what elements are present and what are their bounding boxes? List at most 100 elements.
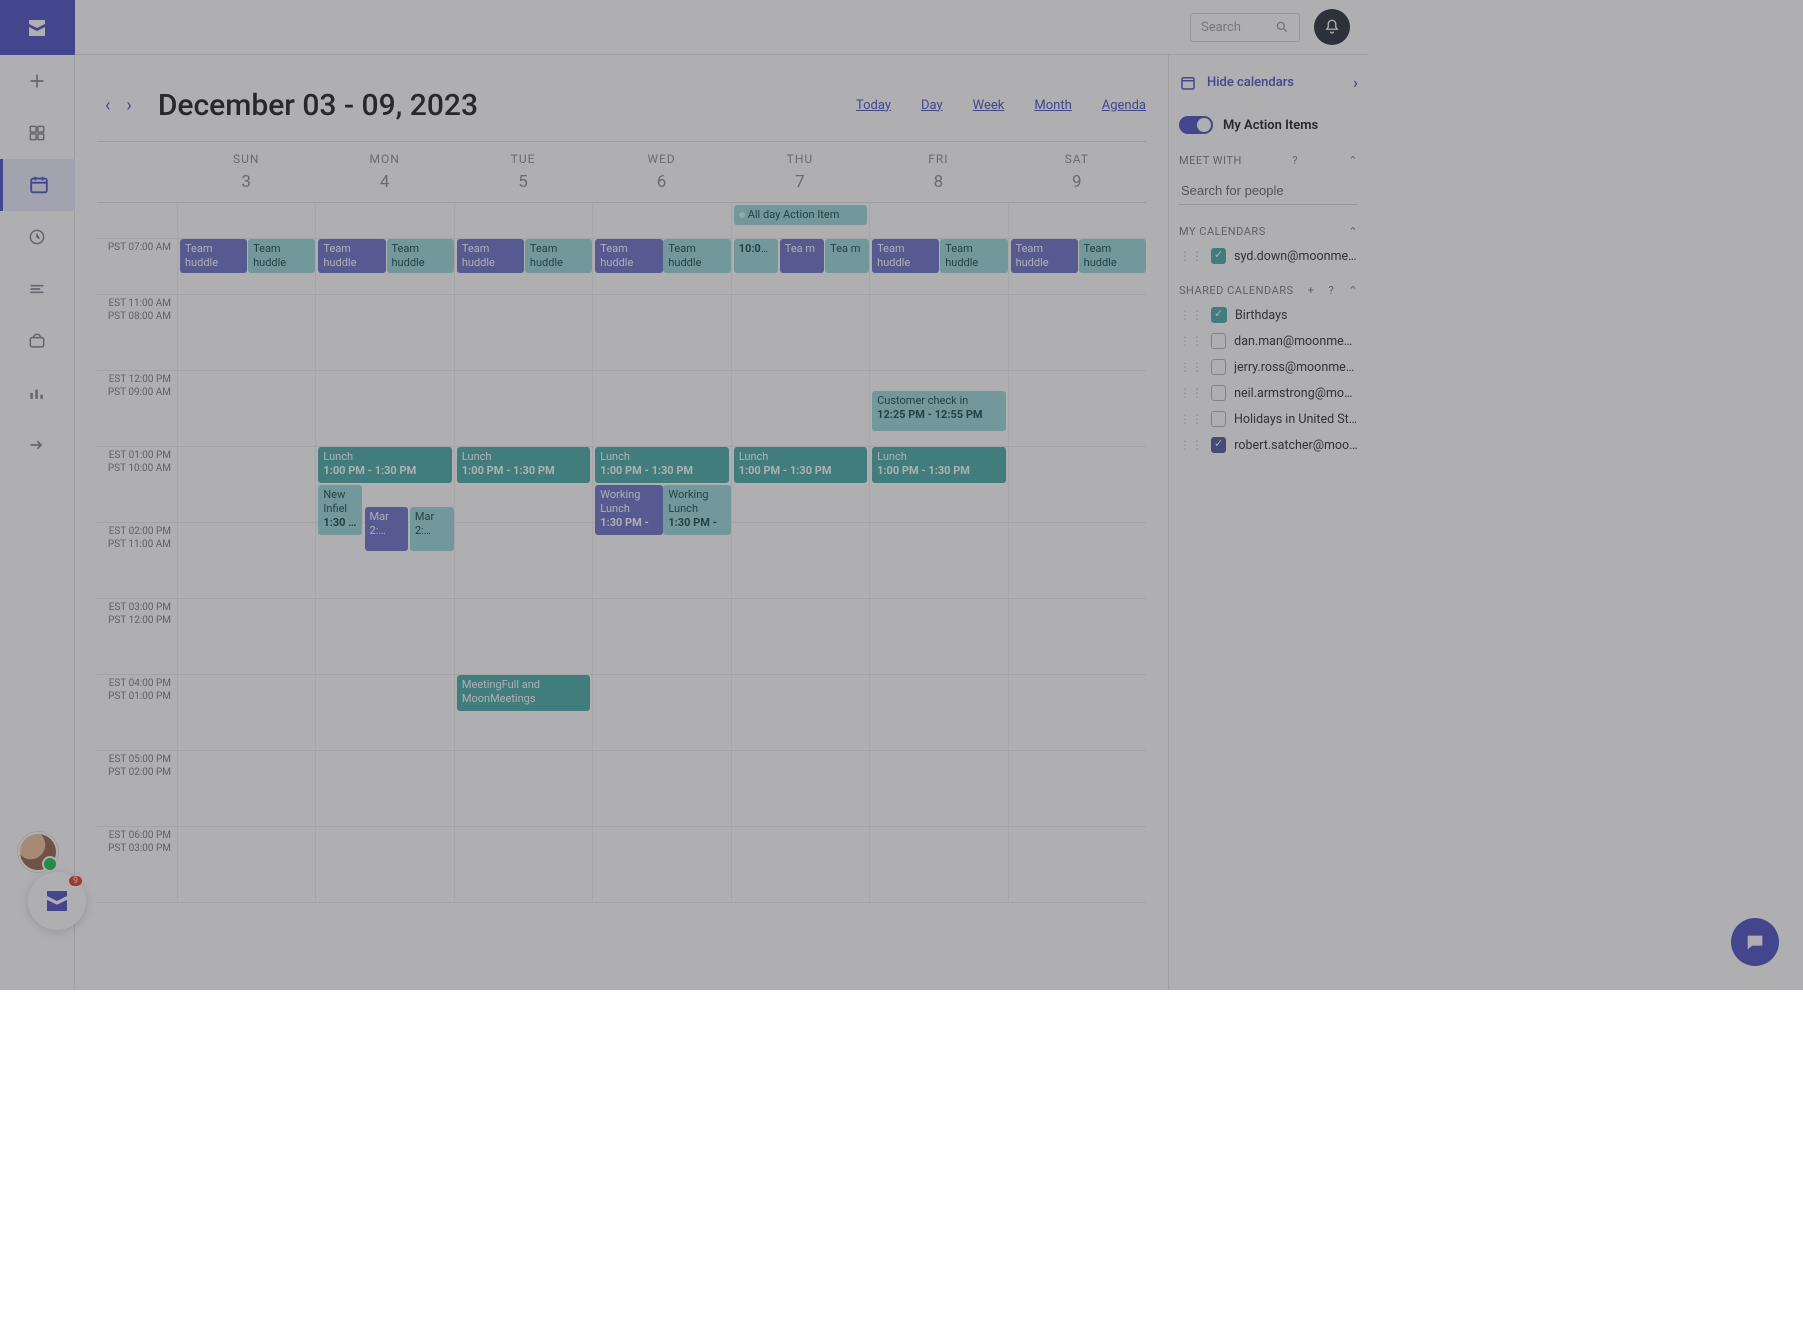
event-lunch[interactable]: Lunch1:00 PM - 1:30 PM <box>734 447 867 483</box>
chevron-up-icon[interactable]: ⌃ <box>1348 154 1358 167</box>
action-items-label: My Action Items <box>1223 118 1318 133</box>
drag-handle-icon[interactable]: ⋮⋮ <box>1179 360 1203 374</box>
chevron-up-icon[interactable]: ⌃ <box>1348 225 1358 238</box>
nav-apps-icon[interactable] <box>0 107 75 159</box>
event-tea[interactable]: Tea m <box>780 239 824 273</box>
app-bubble[interactable]: 9 <box>28 872 86 930</box>
event-team-huddle[interactable]: Team huddle <box>1079 239 1146 273</box>
shared-calendars-heading: SHARED CALENDARS <box>1179 284 1294 297</box>
nav-chart-icon[interactable] <box>0 367 75 419</box>
event-title: All day Action Item <box>748 208 840 221</box>
calendar-checkbox[interactable] <box>1211 307 1227 323</box>
event-meetingfull[interactable]: MeetingFull and MoonMeetings <box>457 675 590 711</box>
nav-wallet-icon[interactable] <box>0 315 75 367</box>
event-team-huddle[interactable]: Team huddle <box>1011 239 1078 273</box>
bell-icon <box>1323 18 1341 36</box>
meet-with-heading: MEET WITH <box>1179 154 1242 167</box>
view-agenda[interactable]: Agenda <box>1102 98 1146 113</box>
add-calendar-button[interactable]: + <box>1308 284 1315 297</box>
calendar-item[interactable]: ⋮⋮Holidays in United Stat… <box>1179 411 1358 427</box>
drag-handle-icon[interactable]: ⋮⋮ <box>1179 412 1203 426</box>
view-today[interactable]: Today <box>856 98 891 113</box>
calendar-checkbox[interactable] <box>1211 411 1226 427</box>
calendar-item[interactable]: ⋮⋮Birthdays <box>1179 307 1358 323</box>
calendar-checkbox[interactable] <box>1211 437 1226 453</box>
day-head-fri: FRI8 <box>869 152 1007 192</box>
chat-button[interactable] <box>1731 918 1779 966</box>
nav-clock-icon[interactable] <box>0 211 75 263</box>
next-week-button[interactable]: › <box>118 89 139 122</box>
event-lunch[interactable]: Lunch1:00 PM - 1:30 PM <box>595 447 728 483</box>
calendar-item[interactable]: ⋮⋮syd.down@moonmeet… <box>1179 248 1358 264</box>
calendar-checkbox[interactable] <box>1211 248 1226 264</box>
view-links: Today Day Week Month Agenda <box>856 98 1146 113</box>
search-people-input[interactable] <box>1179 177 1358 205</box>
calendar-checkbox[interactable] <box>1211 333 1226 349</box>
row-1pm: EST 04:00 PMPST 01:00 PM MeetingFull and… <box>97 675 1146 751</box>
cell-thu-allday[interactable]: All day Action Item <box>731 203 869 238</box>
time-label: PST 07:00 AM <box>97 239 177 294</box>
calendar-item[interactable]: ⋮⋮ jerry.ross@moonmeeti… <box>1179 359 1358 375</box>
user-avatar[interactable] <box>18 832 58 872</box>
search-placeholder-text: Search <box>1201 20 1241 35</box>
drag-handle-icon[interactable]: ⋮⋮ <box>1179 249 1203 263</box>
calendar-item[interactable]: ⋮⋮ neil.armstrong@moon… <box>1179 385 1358 401</box>
day-head-mon: MON4 <box>315 152 453 192</box>
prev-week-button[interactable]: ‹ <box>97 89 118 122</box>
calendar-item-label: dan.man@moonmeeti… <box>1234 334 1358 349</box>
day-head-sat: SAT9 <box>1008 152 1146 192</box>
hide-calendars-button[interactable]: Hide calendars <box>1207 75 1294 90</box>
day-head-thu: THU7 <box>731 152 869 192</box>
event-lunch[interactable]: Lunch1:00 PM - 1:30 PM <box>318 447 451 483</box>
row-9am: EST 12:00 PMPST 09:00 AM Customer check … <box>97 371 1146 447</box>
day-head-sun: SUN3 <box>177 152 315 192</box>
drag-handle-icon[interactable]: ⋮⋮ <box>1179 334 1203 348</box>
right-panel: Hide calendars › My Action Items MEET WI… <box>1168 55 1368 990</box>
nav-list-icon[interactable] <box>0 263 75 315</box>
event-team-huddle[interactable]: Team huddle <box>248 239 315 273</box>
event-team-huddle[interactable]: Team huddle <box>457 239 524 273</box>
calendar-checkbox[interactable] <box>1211 359 1226 375</box>
event-team-huddle[interactable]: Team huddle <box>387 239 454 273</box>
date-range-title: December 03 - 09, 2023 <box>158 88 478 123</box>
chevron-up-icon[interactable]: ⌃ <box>1348 284 1358 297</box>
view-day[interactable]: Day <box>921 98 943 113</box>
topbar: Search <box>75 0 1368 55</box>
event-team-huddle[interactable]: Team huddle <box>318 239 385 273</box>
event-team-huddle[interactable]: Team huddle <box>663 239 730 273</box>
week-grid: All day Action Item PST 07:00 AM Team hu… <box>97 203 1146 990</box>
event-team-huddle[interactable]: Team huddle <box>180 239 247 273</box>
calendar-item-label: jerry.ross@moonmeeti… <box>1234 360 1358 375</box>
event-allday-action-item[interactable]: All day Action Item <box>734 205 867 225</box>
drag-handle-icon[interactable]: ⋮⋮ <box>1179 308 1203 322</box>
row-10am: EST 01:00 PMPST 10:00 AM Lunch1:00 PM - … <box>97 447 1146 523</box>
nav-add-icon[interactable] <box>0 55 75 107</box>
view-week[interactable]: Week <box>973 98 1005 113</box>
drag-handle-icon[interactable]: ⋮⋮ <box>1179 438 1203 452</box>
allday-row: All day Action Item <box>97 203 1146 239</box>
nav-calendar-icon[interactable] <box>0 159 75 211</box>
calendar-item[interactable]: ⋮⋮robert.satcher@moon… <box>1179 437 1358 453</box>
event-team-huddle[interactable]: Team huddle <box>595 239 662 273</box>
my-calendars-heading: MY CALENDARS <box>1179 225 1266 238</box>
action-items-toggle[interactable] <box>1179 116 1213 134</box>
row-8am: EST 11:00 AMPST 08:00 AM <box>97 295 1146 371</box>
view-month[interactable]: Month <box>1034 98 1071 113</box>
notifications-button[interactable] <box>1314 9 1350 45</box>
event-team-huddle[interactable]: Team huddle <box>940 239 1007 273</box>
event-team-huddle[interactable]: Team huddle <box>525 239 592 273</box>
event-customer-checkin[interactable]: Customer check in12:25 PM - 12:55 PM <box>872 391 1005 431</box>
event-ten[interactable]: 10:00… <box>734 239 778 273</box>
calendar-item-label: neil.armstrong@moon… <box>1234 386 1358 401</box>
event-lunch[interactable]: Lunch1:00 PM - 1:30 PM <box>457 447 590 483</box>
search-input[interactable]: Search <box>1190 13 1300 42</box>
calendar-checkbox[interactable] <box>1211 385 1226 401</box>
calendar-item[interactable]: ⋮⋮ dan.man@moonmeeti… <box>1179 333 1358 349</box>
event-tea[interactable]: Tea m <box>825 239 869 273</box>
logo[interactable] <box>0 0 75 55</box>
event-team-huddle[interactable]: Team huddle <box>872 239 939 273</box>
drag-handle-icon[interactable]: ⋮⋮ <box>1179 386 1203 400</box>
event-lunch[interactable]: Lunch1:00 PM - 1:30 PM <box>872 447 1005 483</box>
collapse-panel-button[interactable]: › <box>1353 73 1358 92</box>
nav-arrow-icon[interactable] <box>0 419 75 471</box>
